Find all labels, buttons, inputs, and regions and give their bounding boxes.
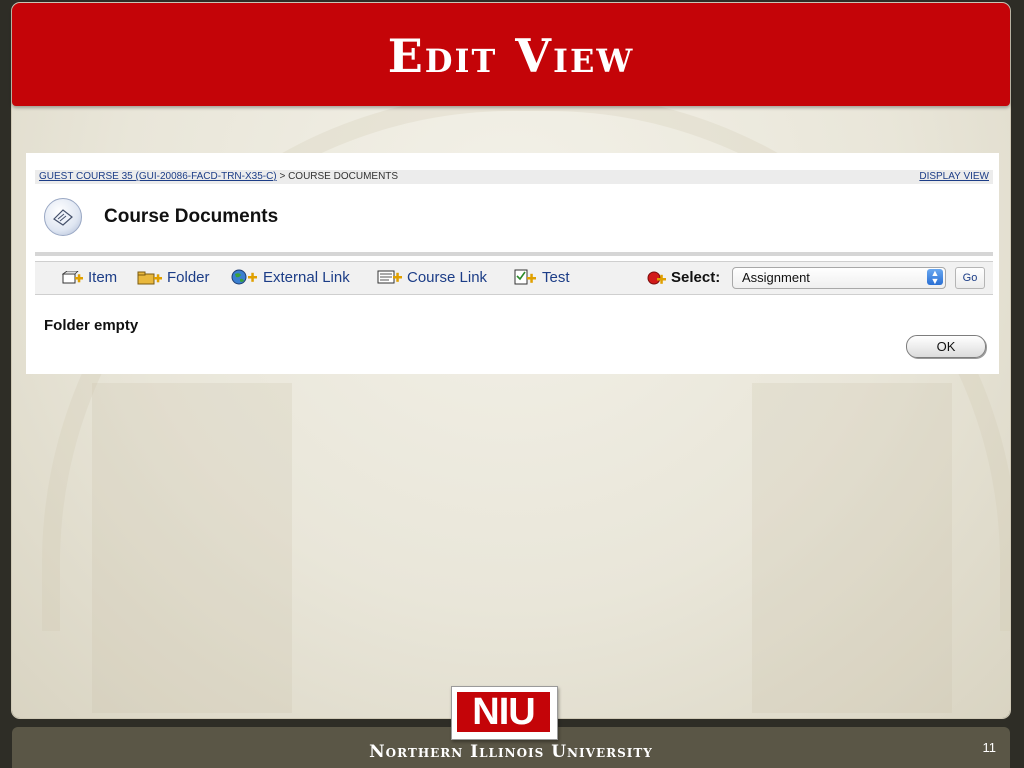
slide-title-bar: Edit View [12,3,1010,106]
folder-empty-message: Folder empty [44,317,139,334]
page-title: Course Documents [104,206,279,227]
item-add-icon [61,270,84,289]
breadcrumb: GUEST COURSE 35 (GUI-20086-FACD-TRN-X35-… [35,170,993,184]
background-pillar-right [752,383,952,713]
select-label: Select: [671,269,721,286]
select-arrows-icon: ▲ ▼ [927,269,943,286]
slide-page-number: 11 [982,740,997,755]
breadcrumb-separator: > [279,171,286,182]
add-course-link-label: Course Link [407,269,488,286]
background-pillar-left [92,383,292,713]
breadcrumb-current: COURSE DOCUMENTS [288,171,399,182]
select-add-icon [647,269,667,289]
blackboard-screenshot: GUEST COURSE 35 (GUI-20086-FACD-TRN-X35-… [26,153,999,374]
add-test-button[interactable]: Test [514,269,570,289]
add-external-link-label: External Link [263,269,350,286]
content-type-select[interactable]: Assignment ▲ ▼ [732,267,946,289]
add-course-link-button[interactable]: Course Link [377,269,487,289]
add-item-button[interactable]: Item [61,269,118,289]
globe-add-icon [231,269,259,289]
course-link-add-icon [377,269,403,289]
niu-logo: NIU [451,686,558,740]
test-add-icon [514,269,538,289]
niu-logo-text: NIU [457,692,550,732]
folder-add-icon [137,271,163,289]
go-button[interactable]: Go [955,267,985,289]
course-documents-icon [44,198,82,236]
display-view-link[interactable]: DISPLAY VIEW [919,171,989,182]
add-folder-label: Folder [167,269,210,286]
add-folder-button[interactable]: Folder [137,269,210,289]
ok-button[interactable]: OK [906,335,986,358]
select-value: Assignment [742,270,810,285]
header-divider [35,252,993,256]
slide-title: Edit View [387,29,635,83]
add-external-link-button[interactable]: External Link [231,269,350,289]
content-toolbar: Item Folder External Link Course Link Te… [35,261,993,295]
footer-university-name: Northern Illinois University [369,742,653,762]
breadcrumb-course-link[interactable]: GUEST COURSE 35 (GUI-20086-FACD-TRN-X35-… [39,171,277,182]
add-item-label: Item [88,269,118,286]
add-test-label: Test [542,269,570,286]
